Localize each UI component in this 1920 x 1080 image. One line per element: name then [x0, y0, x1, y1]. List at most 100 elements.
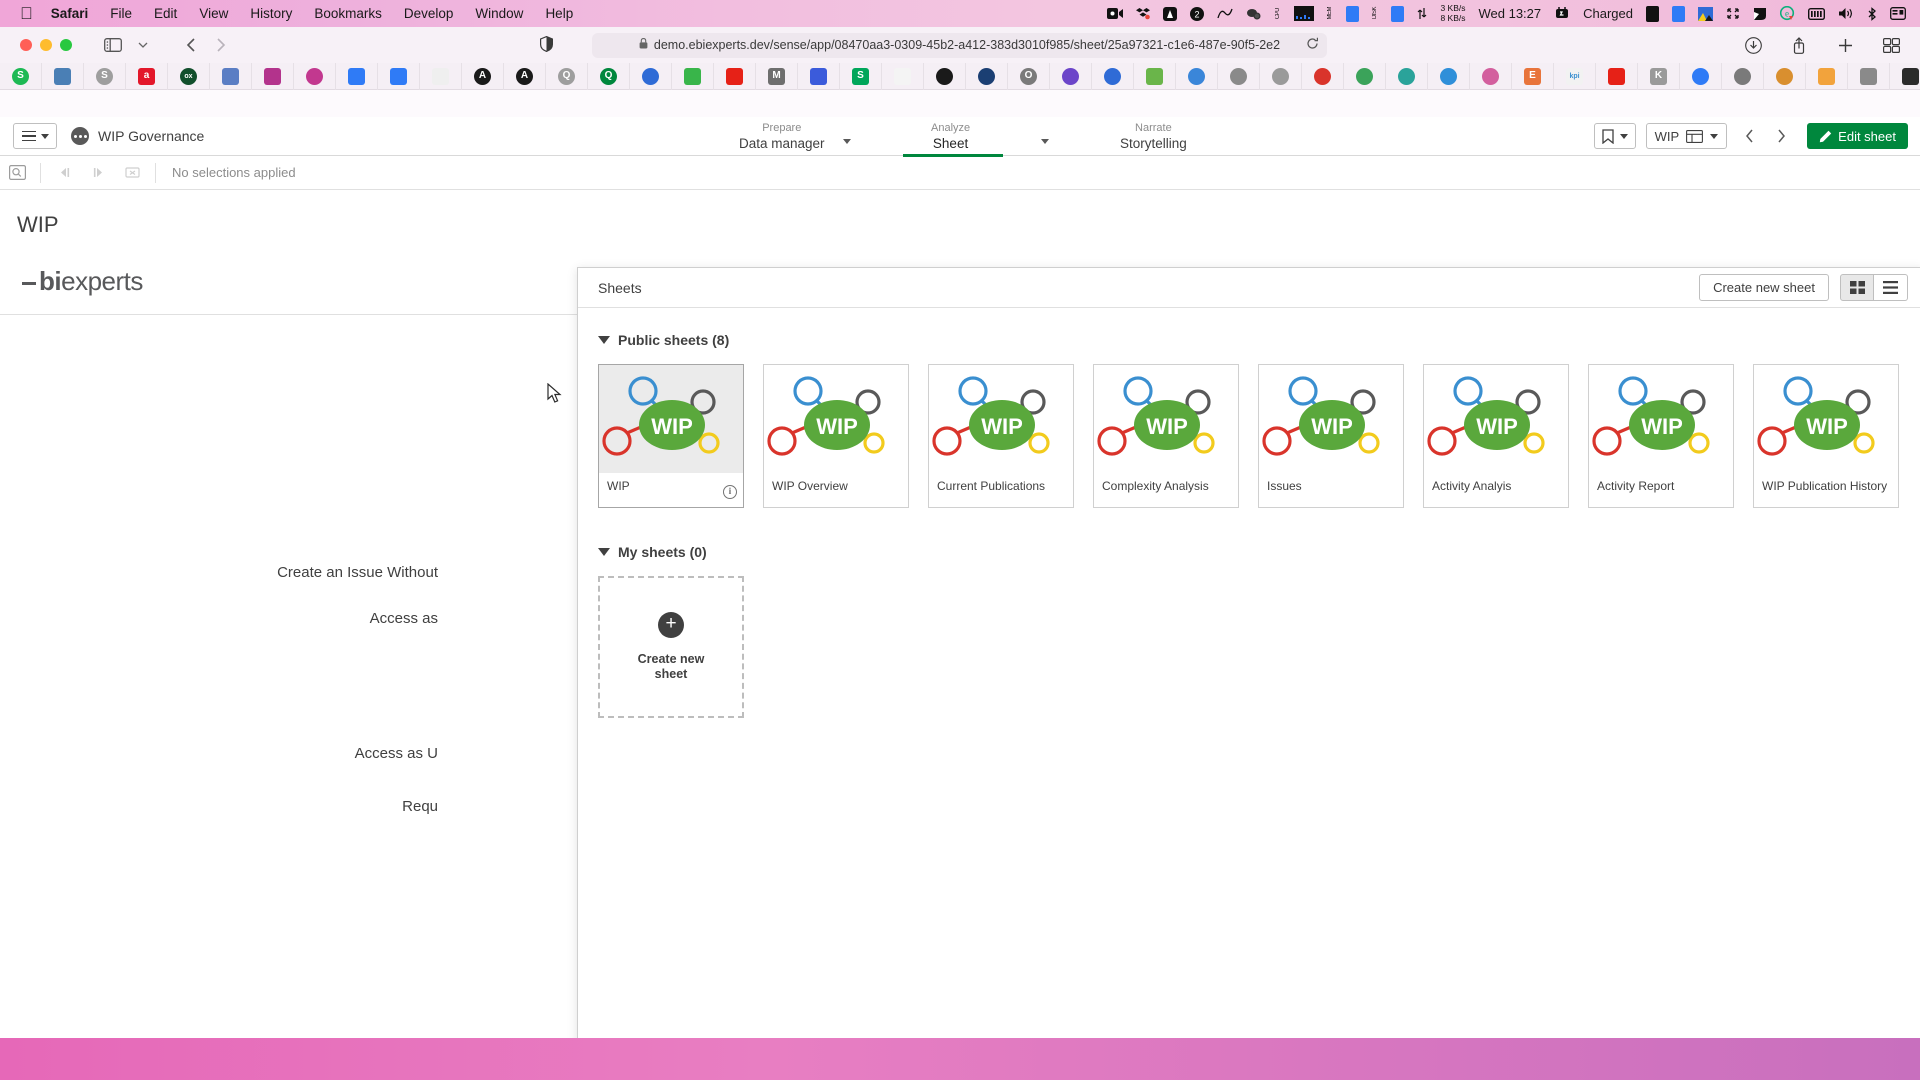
step-forward-selection-icon[interactable] [81, 156, 115, 190]
downloads-icon[interactable] [1738, 32, 1768, 58]
bookmark-leaf-green[interactable] [1134, 62, 1176, 90]
screen-record-icon[interactable] [1107, 7, 1124, 20]
bookmark-people-blue[interactable] [798, 62, 840, 90]
bookmark-youtube-2[interactable] [1596, 62, 1638, 90]
evernote-alert-icon[interactable]: e [1780, 6, 1795, 21]
sheet-card[interactable]: WIP WIP Overview [763, 364, 909, 508]
bookmark-gear-teal[interactable] [1386, 62, 1428, 90]
bookmark-pen-dark[interactable] [1890, 63, 1920, 90]
bookmark-clock-grey[interactable] [1722, 62, 1764, 90]
bookmark-k-grey[interactable]: K [1638, 62, 1680, 90]
minimize-window-button[interactable] [40, 39, 52, 51]
nav-prepare-chevron-down-icon[interactable] [843, 139, 851, 144]
bookmark-swirl-multi[interactable] [1470, 62, 1512, 90]
share-icon[interactable] [1784, 32, 1814, 58]
address-bar[interactable]: demo.ebiexperts.dev/sense/app/08470aa3-0… [592, 32, 1327, 58]
bookmark-spade-2[interactable]: A [504, 62, 546, 90]
next-sheet-button[interactable] [1765, 123, 1797, 149]
bookmark-circle-blue[interactable] [1680, 62, 1722, 90]
create-new-sheet-tile[interactable]: + Create new sheet [598, 576, 744, 718]
sheet-info-icon[interactable]: i [723, 485, 737, 499]
bookmark-circle-grey[interactable] [1260, 62, 1302, 90]
privacy-shield-icon[interactable] [540, 35, 553, 55]
reload-icon[interactable] [1306, 37, 1319, 53]
bookmark-globe-blue[interactable] [1092, 62, 1134, 90]
bookmark-paper-plane-1[interactable] [336, 62, 378, 90]
menu-item-help[interactable]: Help [545, 6, 573, 21]
sheet-card[interactable]: WIP Issues [1258, 364, 1404, 508]
sheet-card[interactable]: WIP WIP i [598, 364, 744, 508]
menu-item-edit[interactable]: Edit [154, 6, 177, 21]
bookmark-shield-blue[interactable] [42, 62, 84, 90]
sheet-card[interactable]: WIP WIP Publication History [1753, 364, 1899, 508]
smart-search-icon[interactable] [0, 156, 34, 190]
image-thumbnail-icon[interactable] [1698, 6, 1713, 21]
bookmark-spotify[interactable]: S [0, 62, 42, 90]
bookmark-nodes-green[interactable] [882, 62, 924, 90]
menu-item-window[interactable]: Window [475, 6, 523, 21]
battery-level-icon[interactable] [1672, 5, 1685, 22]
close-window-button[interactable] [20, 39, 32, 51]
back-button[interactable] [176, 32, 206, 58]
grid-view-icon[interactable] [1840, 274, 1874, 301]
bookmark-grid-colored[interactable] [1806, 62, 1848, 90]
bookmarks-button[interactable] [1593, 123, 1636, 149]
maximize-window-button[interactable] [60, 39, 72, 51]
dropbox-icon[interactable] [1136, 7, 1151, 21]
bookmark-bird-blue[interactable] [210, 62, 252, 90]
expand-arrows-icon[interactable] [1726, 7, 1740, 20]
forward-button[interactable] [206, 32, 236, 58]
menu-item-develop[interactable]: Develop [404, 6, 454, 21]
numbered-badge-icon[interactable]: 2 [1190, 6, 1205, 21]
bookmark-ring-multi[interactable] [1764, 62, 1806, 90]
bookmark-pink-circle[interactable] [294, 62, 336, 90]
bookmark-spade-1[interactable]: A [462, 62, 504, 90]
menu-item-file[interactable]: File [110, 6, 132, 21]
bookmark-medium[interactable]: M [756, 62, 798, 90]
bookmark-glasses-grey[interactable] [1848, 62, 1890, 90]
bookmark-mask-blue[interactable] [630, 62, 672, 90]
bookmark-qlik-green[interactable]: Q [588, 62, 630, 90]
bookmark-paper-plane-2[interactable] [378, 62, 420, 90]
bookmark-crest-blue[interactable] [966, 62, 1008, 90]
bookmark-youtube[interactable] [714, 62, 756, 90]
nav-analyze-chevron-down-icon[interactable] [1041, 139, 1049, 144]
power-plug-icon[interactable] [1554, 7, 1570, 20]
cloud-off-icon[interactable] [1246, 8, 1262, 20]
battery-bars-icon[interactable] [1808, 7, 1825, 20]
tab-overview-icon[interactable] [1876, 32, 1906, 58]
menu-item-bookmarks[interactable]: Bookmarks [314, 6, 382, 21]
edit-sheet-button[interactable]: Edit sheet [1807, 123, 1908, 149]
bookmark-ox[interactable]: ox [168, 62, 210, 90]
step-back-selection-icon[interactable] [47, 156, 81, 190]
apple-logo-icon[interactable]:  [20, 5, 33, 22]
bookmark-tag-icon[interactable] [1753, 7, 1767, 21]
nav-prepare[interactable]: Prepare Data manager [739, 121, 825, 152]
bookmark-droplet-blue[interactable] [1428, 62, 1470, 90]
create-new-sheet-button[interactable]: Create new sheet [1699, 274, 1829, 301]
menu-item-safari[interactable]: Safari [51, 6, 89, 21]
bookmark-github[interactable] [924, 62, 966, 90]
menu-item-history[interactable]: History [250, 6, 292, 21]
sheet-card[interactable]: WIP Activity Analyis [1423, 364, 1569, 508]
bookmark-instagram[interactable] [252, 62, 294, 90]
battery-icon[interactable] [1646, 5, 1659, 22]
bookmark-spiral-purple[interactable] [1050, 62, 1092, 90]
bookmark-mail-grey[interactable] [1218, 62, 1260, 90]
control-center-icon[interactable] [1890, 7, 1906, 20]
sheet-card[interactable]: WIP Complexity Analysis [1093, 364, 1239, 508]
new-tab-icon[interactable] [1830, 32, 1860, 58]
bookmark-quora[interactable]: Q [546, 62, 588, 90]
my-sheets-section-header[interactable]: My sheets (0) [598, 544, 1902, 560]
sheet-card[interactable]: WIP Current Publications [928, 364, 1074, 508]
clear-selections-icon[interactable] [115, 156, 149, 190]
bookmark-kpis-blue[interactable]: kpi [1554, 62, 1596, 90]
bookmark-atom-blue[interactable] [1176, 62, 1218, 90]
bookmark-skype[interactable]: S [84, 62, 126, 90]
app-icon-a[interactable] [1163, 6, 1178, 21]
sheet-selector[interactable]: WIP [1645, 123, 1728, 149]
bookmark-google-drive[interactable] [672, 62, 714, 90]
bookmark-target-red[interactable] [1302, 62, 1344, 90]
bookmark-sense-green[interactable]: S [840, 62, 882, 90]
menu-bar-clock[interactable]: Wed 13:27 [1478, 6, 1541, 21]
